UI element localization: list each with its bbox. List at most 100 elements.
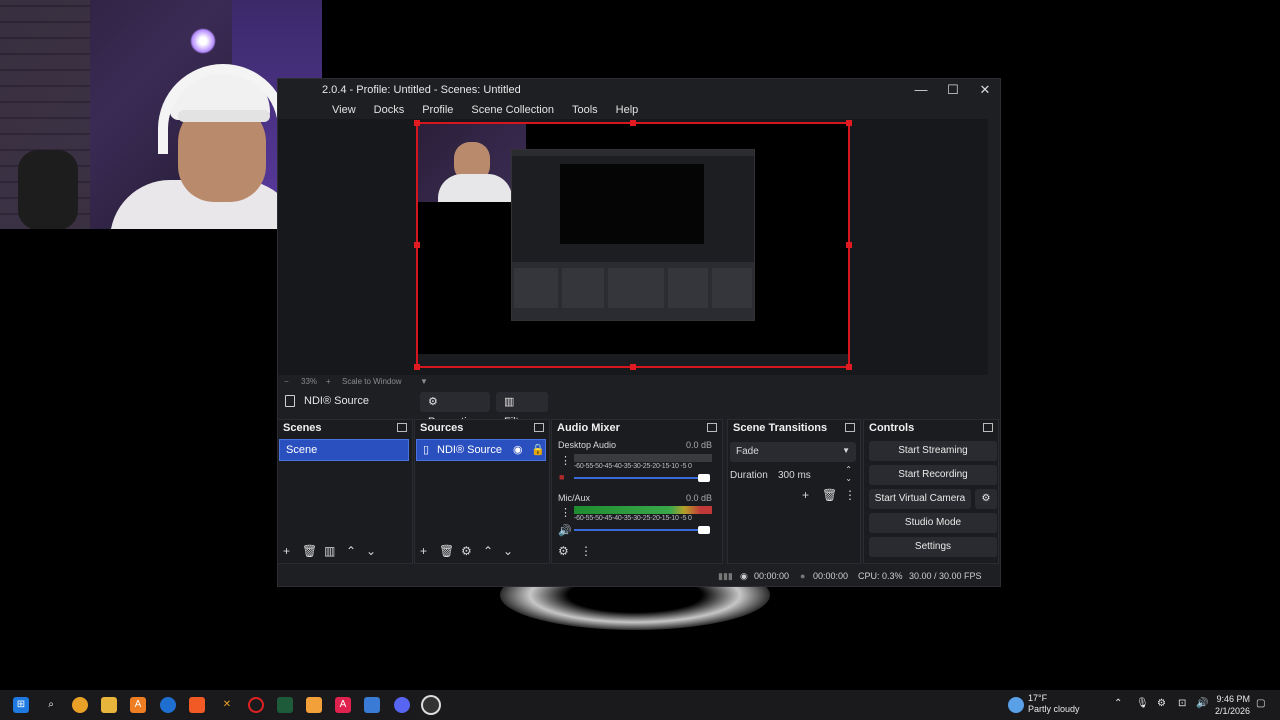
move-up-icon[interactable]: ⌃: [346, 544, 356, 558]
duration-input[interactable]: 300 ms ⌃ ⌄: [774, 465, 856, 486]
volume-meter: [574, 506, 712, 514]
more-icon[interactable]: ⋮: [580, 544, 592, 558]
resize-handle[interactable]: [846, 242, 852, 248]
app-icon[interactable]: A: [335, 697, 351, 713]
menu-help[interactable]: Help: [606, 101, 647, 119]
scale-mode[interactable]: Scale to Window: [342, 377, 402, 386]
controls-dock: Controls Start Streaming Start Recording…: [864, 420, 998, 563]
speaker-icon[interactable]: 🔊: [558, 524, 572, 537]
more-icon[interactable]: ⋮: [560, 506, 571, 519]
volume-slider[interactable]: [574, 477, 702, 479]
opera-icon[interactable]: [248, 697, 264, 713]
filters-button[interactable]: ▥ Filters: [496, 392, 548, 428]
more-icon[interactable]: ⋮: [844, 488, 856, 502]
menu-profile[interactable]: Profile: [412, 101, 461, 119]
muted-speaker-icon[interactable]: ■: [559, 472, 564, 482]
more-icon[interactable]: ⋮: [560, 454, 571, 467]
add-icon[interactable]: +: [283, 544, 290, 558]
zoom-out-button[interactable]: −: [284, 377, 289, 386]
popout-icon[interactable]: [707, 423, 717, 432]
menu-scene-collection[interactable]: Scene Collection: [461, 101, 562, 119]
resize-handle[interactable]: [414, 120, 420, 126]
obs-icon[interactable]: [423, 697, 439, 713]
studio-mode-button[interactable]: Studio Mode: [869, 513, 997, 533]
move-up-icon[interactable]: ⌃: [483, 544, 493, 558]
maximize-button[interactable]: ☐: [944, 80, 962, 100]
transition-select[interactable]: Fade ▼: [730, 442, 856, 462]
network-icon[interactable]: ⚙: [1157, 698, 1166, 709]
settings-button[interactable]: Settings: [869, 537, 997, 557]
app-icon[interactable]: [306, 697, 322, 713]
resize-handle[interactable]: [630, 120, 636, 126]
app-icon[interactable]: [277, 697, 293, 713]
start-recording-button[interactable]: Start Recording: [869, 465, 997, 485]
volume-meter: [574, 454, 712, 462]
menu-docks[interactable]: Docks: [364, 101, 413, 119]
cpu-usage: CPU: 0.3%: [858, 571, 903, 581]
menu-view[interactable]: View: [322, 101, 364, 119]
gear-icon[interactable]: ⚙: [461, 544, 472, 558]
app-icon[interactable]: ✕: [219, 697, 235, 713]
popout-icon[interactable]: [534, 423, 544, 432]
volume-slider[interactable]: [574, 529, 702, 531]
notepad-icon[interactable]: [364, 697, 380, 713]
source-item[interactable]: ▯ NDI® Source ◉ 🔒: [417, 440, 545, 460]
popout-icon[interactable]: [845, 423, 855, 432]
brave-icon[interactable]: [189, 697, 205, 713]
properties-button[interactable]: ⚙ Properties: [420, 392, 490, 428]
zoom-in-button[interactable]: +: [326, 377, 331, 386]
microphone: [18, 150, 78, 229]
resize-handle[interactable]: [630, 364, 636, 370]
clock[interactable]: 9:46 PM 2/1/2026: [1215, 693, 1250, 717]
window-title: 2.0.4 - Profile: Untitled - Scenes: Unti…: [322, 84, 521, 96]
microphone-icon[interactable]: 🎙: [1136, 698, 1149, 709]
resize-handle[interactable]: [846, 364, 852, 370]
resize-handle[interactable]: [846, 120, 852, 126]
windows-start-icon[interactable]: ⊞: [13, 697, 29, 713]
discord-icon[interactable]: [394, 697, 410, 713]
chevron-up-icon[interactable]: ⌃: [1114, 698, 1122, 709]
preview-area[interactable]: [278, 119, 988, 375]
scale-dropdown-icon[interactable]: ▼: [420, 377, 428, 386]
trash-icon[interactable]: 🗑: [822, 488, 837, 502]
notification-icon[interactable]: ▢: [1256, 698, 1265, 709]
add-icon[interactable]: +: [802, 488, 809, 502]
search-icon[interactable]: ⌕: [43, 697, 59, 713]
app-icon[interactable]: A: [130, 697, 146, 713]
file-explorer-icon[interactable]: [101, 697, 117, 713]
chrome-icon[interactable]: [72, 697, 88, 713]
volume-knob[interactable]: [698, 474, 710, 482]
trash-icon[interactable]: 🗑: [302, 544, 317, 558]
start-virtual-camera-button[interactable]: Start Virtual Camera: [869, 489, 971, 509]
start-streaming-button[interactable]: Start Streaming: [869, 441, 997, 461]
resize-handle[interactable]: [414, 364, 420, 370]
popout-icon[interactable]: [983, 423, 993, 432]
lock-icon[interactable]: 🔒: [531, 440, 545, 460]
wifi-icon[interactable]: ⊡: [1178, 698, 1186, 709]
menu-tools[interactable]: Tools: [562, 101, 606, 119]
preview-canvas[interactable]: [414, 120, 852, 370]
resize-handle[interactable]: [414, 242, 420, 248]
virtual-camera-settings-button[interactable]: ⚙: [975, 489, 997, 509]
weather-widget[interactable]: 17°F Partly cloudy: [1028, 693, 1080, 715]
add-icon[interactable]: +: [420, 544, 427, 558]
title-bar[interactable]: 2.0.4 - Profile: Untitled - Scenes: Unti…: [322, 79, 1000, 101]
app-icon[interactable]: [160, 697, 176, 713]
filters-icon[interactable]: ▥: [324, 544, 335, 558]
minimize-button[interactable]: —: [912, 80, 930, 100]
stepper-up-icon[interactable]: ⌃: [845, 465, 852, 474]
close-button[interactable]: ✕: [976, 80, 994, 100]
volume-knob[interactable]: [698, 526, 710, 534]
stepper-down-icon[interactable]: ⌄: [845, 474, 852, 483]
move-down-icon[interactable]: ⌄: [366, 544, 376, 558]
move-down-icon[interactable]: ⌄: [503, 544, 513, 558]
zoom-level: 33%: [301, 377, 318, 386]
fps-readout: 30.00 / 30.00 FPS: [909, 571, 982, 581]
advanced-audio-icon[interactable]: ⚙: [558, 544, 569, 558]
scene-item[interactable]: Scene: [280, 440, 408, 460]
eye-icon[interactable]: ◉: [513, 440, 523, 460]
audio-mixer-title: Audio Mixer: [557, 422, 620, 434]
volume-icon[interactable]: 🔊: [1196, 698, 1208, 709]
popout-icon[interactable]: [397, 423, 407, 432]
trash-icon[interactable]: 🗑: [439, 544, 454, 558]
